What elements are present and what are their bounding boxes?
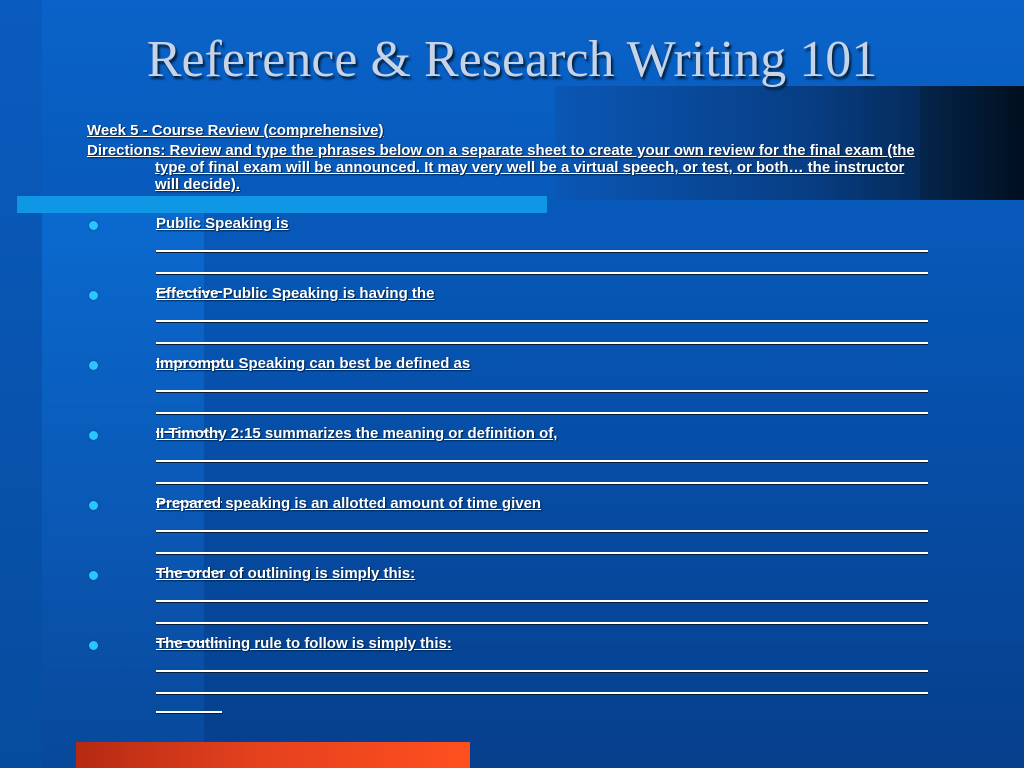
answer-blank-line [156,302,928,322]
bullet-icon [89,291,98,300]
answer-blank-line [156,232,928,252]
list-item: II Timothy 2:15 summarizes the meaning o… [87,425,932,503]
answer-blank-line [156,252,928,274]
answer-blank-line [156,372,928,392]
list-item: Public Speaking is [87,215,932,293]
item-prompt: Public Speaking is [156,215,289,232]
list-item: The outlining rule to follow is simply t… [87,635,932,713]
review-list: Public Speaking is Effective Public Spea… [87,215,932,713]
slide-content: Week 5 - Course Review (comprehensive) D… [87,122,932,713]
bullet-icon [89,221,98,230]
item-prompt: Effective Public Speaking is having the [156,285,435,302]
slide-title: Reference & Research Writing 101 [146,31,878,88]
bullet-icon [89,431,98,440]
list-item: The order of outlining is simply this: [87,565,932,643]
item-prompt: The outlining rule to follow is simply t… [156,635,452,652]
item-prompt: Impromptu Speaking can best be defined a… [156,355,471,372]
left-decor-band [0,0,42,768]
bullet-icon [89,501,98,510]
bullet-icon [89,361,98,370]
answer-blank-line [156,512,928,532]
list-item: Prepared speaking is an allotted amount … [87,495,932,573]
slide-subtitle: Week 5 - Course Review (comprehensive) [87,122,384,139]
bullet-icon [89,571,98,580]
answer-blank-line [156,672,928,694]
directions-text: Directions: Review and type the phrases … [87,142,915,193]
item-prompt: Prepared speaking is an allotted amount … [156,495,542,512]
answer-blank-line [156,652,928,672]
dark-corner-decor [920,86,1024,200]
answer-blank-line [156,462,928,484]
answer-blank-short [156,694,222,713]
answer-blank-line [156,442,928,462]
list-item: Impromptu Speaking can best be defined a… [87,355,932,433]
orange-accent-bar [76,742,470,768]
item-prompt: The order of outlining is simply this: [156,565,416,582]
answer-blank-line [156,322,928,344]
item-prompt: II Timothy 2:15 summarizes the meaning o… [156,425,558,442]
answer-blank-line [156,602,928,624]
answer-blank-line [156,392,928,414]
answer-blank-line [156,582,928,602]
list-item: Effective Public Speaking is having the [87,285,932,363]
bullet-icon [89,641,98,650]
answer-blank-line [156,532,928,554]
